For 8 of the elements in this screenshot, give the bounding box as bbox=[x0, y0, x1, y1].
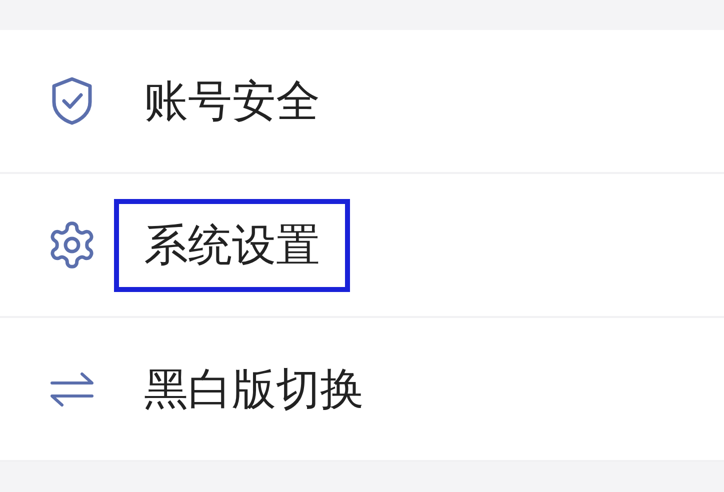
menu-label: 黑白版切换 bbox=[144, 364, 364, 414]
menu-label: 系统设置 bbox=[144, 220, 320, 270]
menu-item[interactable]: 黑白版切换 bbox=[0, 318, 724, 462]
swap-icon bbox=[48, 371, 96, 407]
menu-item[interactable]: 账号安全 bbox=[0, 30, 724, 174]
shield-icon bbox=[50, 76, 94, 126]
menu-item[interactable]: 系统设置 bbox=[0, 174, 724, 318]
menu-label: 账号安全 bbox=[144, 76, 320, 126]
